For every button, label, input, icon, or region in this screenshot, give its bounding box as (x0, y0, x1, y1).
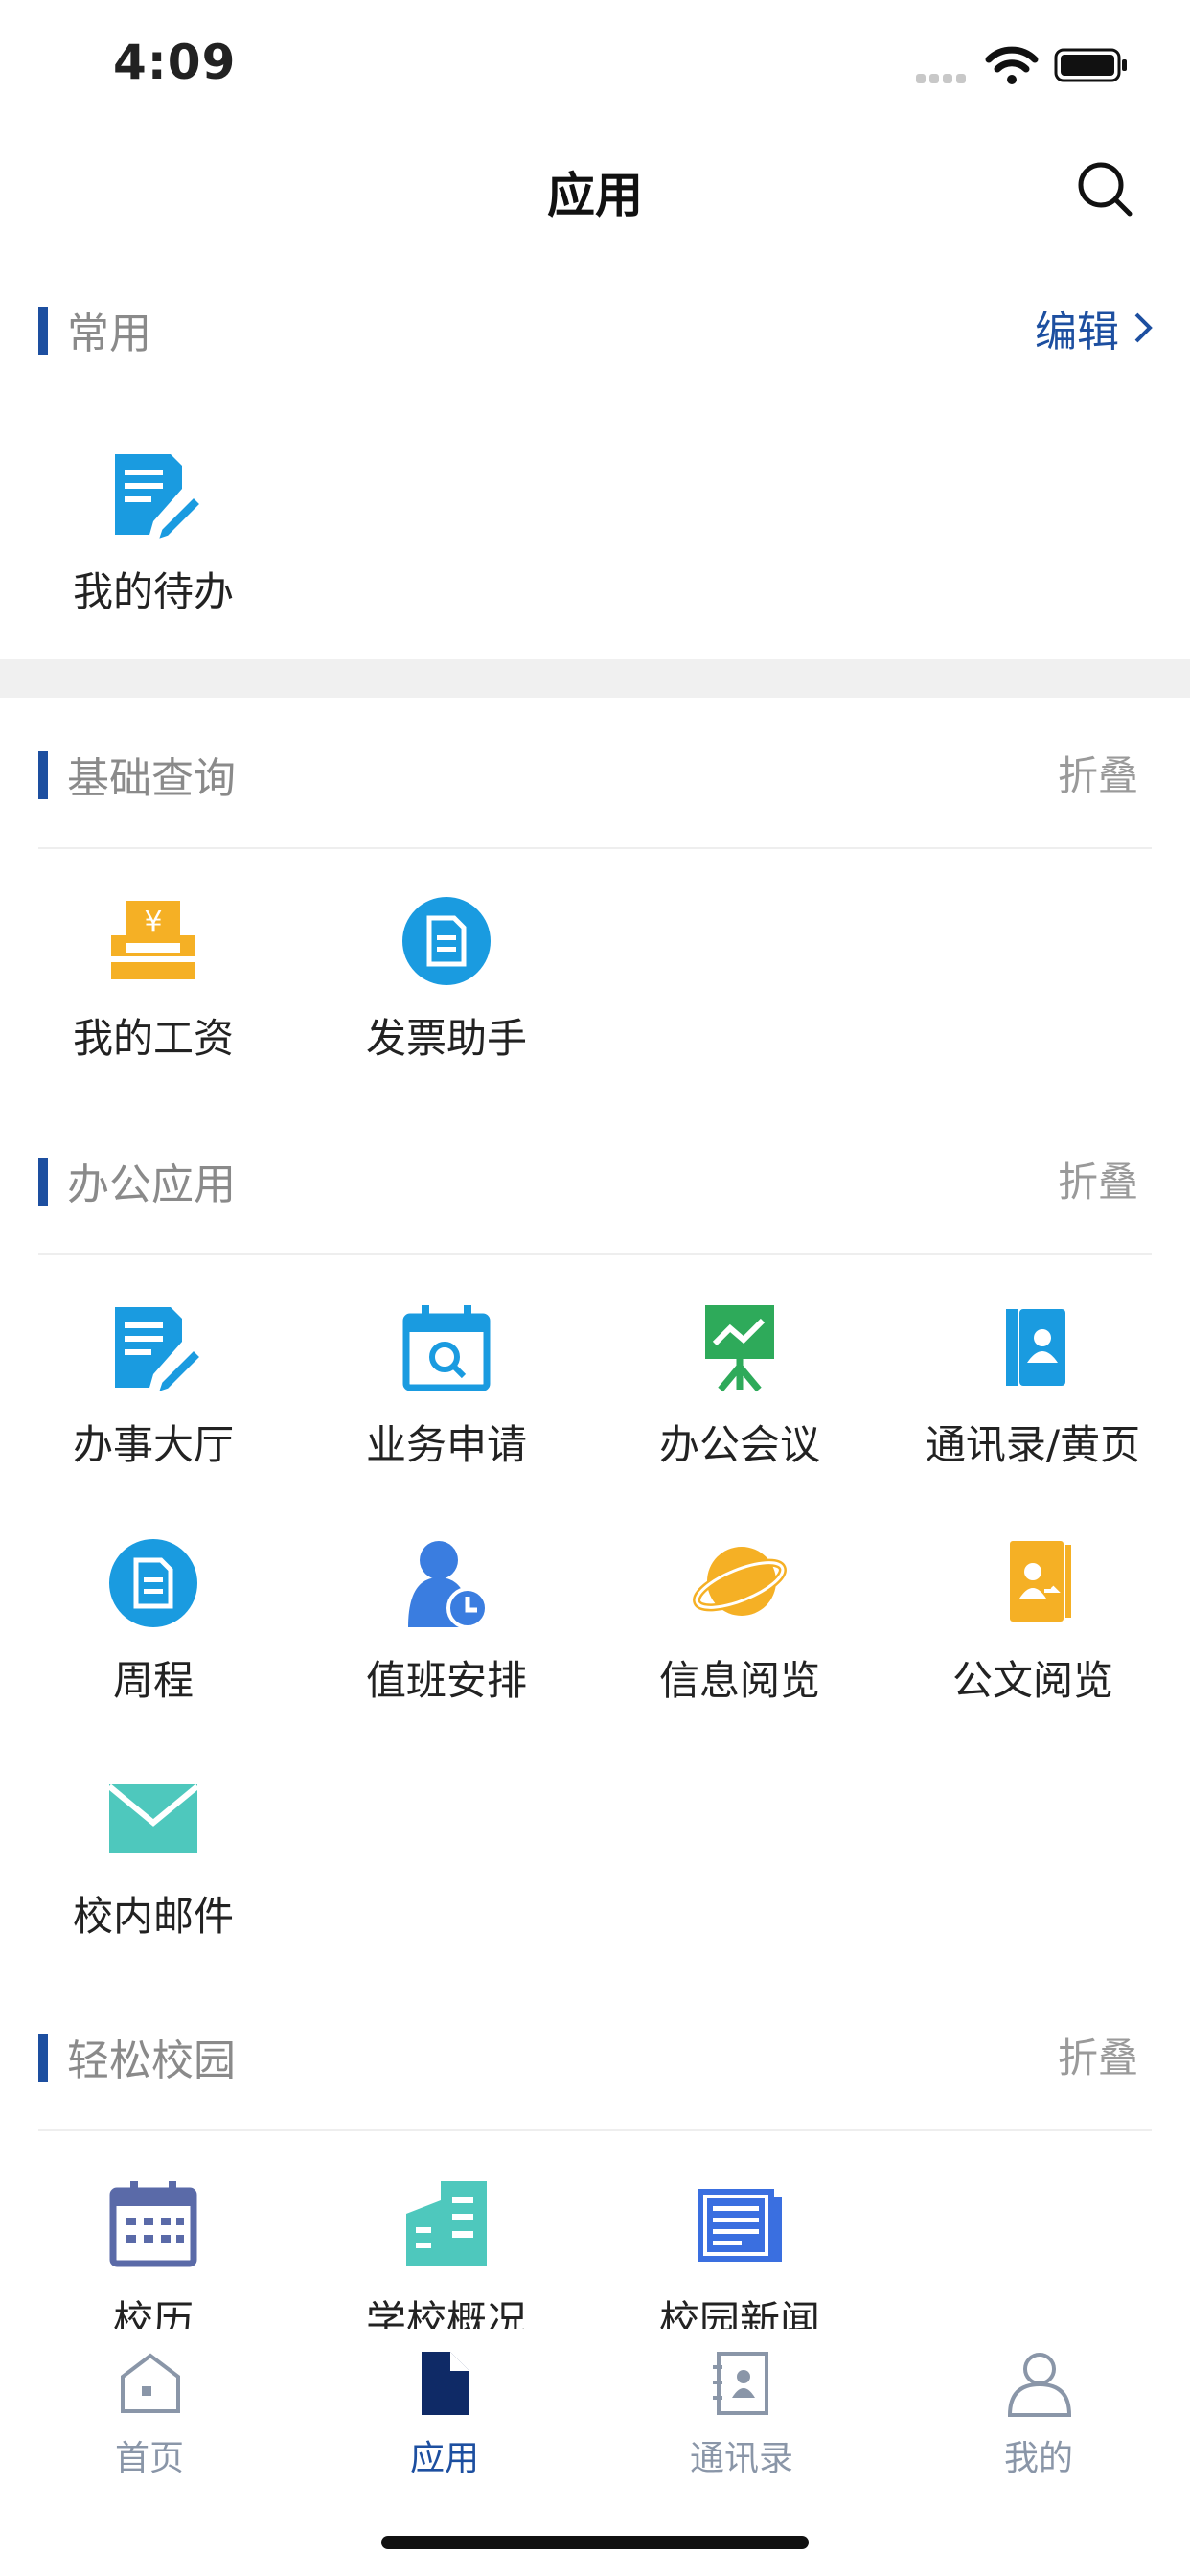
mail-icon (107, 1783, 199, 1853)
edit-document-icon (115, 454, 201, 542)
section-title-basic: 基础查询 (67, 754, 236, 803)
calendar-icon (109, 2181, 197, 2267)
app-label: 信息阅览 (658, 1657, 820, 1704)
wifi-icon (985, 46, 1039, 84)
document-forward-icon (1010, 1541, 1071, 1622)
tab-home[interactable]: 首页 (54, 2350, 245, 2494)
tab-label: 我的 (1003, 2439, 1073, 2478)
app-info-reading[interactable]: 信息阅览 (625, 1535, 855, 1746)
section-title-office: 办公应用 (67, 1161, 236, 1209)
app-campus-mail[interactable]: 校内邮件 (38, 1771, 268, 1982)
contacts-book-icon (713, 2352, 768, 2415)
tab-label: 首页 (114, 2439, 184, 2478)
tab-mine[interactable]: 我的 (943, 2350, 1134, 2494)
invoice-icon (402, 897, 491, 985)
app-label: 办公会议 (658, 1421, 820, 1468)
home-icon (121, 2353, 180, 2413)
newspaper-icon (698, 2189, 782, 2262)
tab-label: 应用 (409, 2439, 479, 2478)
chevron-right-icon (1134, 312, 1153, 343)
app-my-todo[interactable]: 我的待办 (38, 447, 268, 657)
home-indicator (381, 2536, 809, 2549)
page-title: 应用 (547, 168, 643, 223)
section-separator (0, 659, 1190, 698)
search-icon[interactable] (1075, 159, 1134, 218)
collapse-button-office[interactable]: 折叠 (1058, 1150, 1138, 1208)
salary-icon: ¥ (111, 901, 195, 979)
divider (38, 847, 1152, 849)
document-icon (422, 2352, 469, 2415)
app-label: 办事大厅 (72, 1421, 234, 1468)
section-marker (38, 751, 48, 799)
presentation-board-icon (705, 1305, 774, 1392)
document-circle-icon (109, 1539, 197, 1627)
app-label: 校内邮件 (72, 1893, 234, 1940)
section-header-basic: 基础查询 折叠 (0, 730, 1190, 815)
building-icon (406, 2181, 487, 2266)
tab-apps[interactable]: 应用 (349, 2350, 540, 2494)
status-bar: 4:09 (0, 0, 1190, 126)
app-office-meeting[interactable]: 办公会议 (625, 1300, 855, 1510)
app-label: 发票助手 (365, 1015, 527, 1062)
tab-label: 通讯录 (689, 2439, 793, 2478)
section-header-common: 常用 编辑 (0, 286, 1190, 370)
app-service-hall[interactable]: 办事大厅 (38, 1300, 268, 1510)
collapse-button-campus[interactable]: 折叠 (1058, 2026, 1138, 2084)
app-weekly-schedule[interactable]: 周程 (38, 1535, 268, 1746)
user-clock-icon (408, 1541, 489, 1629)
app-invoice-helper[interactable]: 发票助手 (332, 893, 561, 1104)
section-title-campus: 轻松校园 (67, 2036, 236, 2085)
app-business-request[interactable]: 业务申请 (332, 1300, 561, 1510)
user-icon (1007, 2353, 1072, 2417)
tab-contacts[interactable]: 通讯录 (646, 2350, 837, 2494)
app-label: 我的工资 (72, 1015, 234, 1062)
edit-document-icon (115, 1307, 201, 1395)
svg-text:¥: ¥ (144, 906, 162, 939)
section-header-campus: 轻松校园 折叠 (0, 2012, 1190, 2097)
app-contacts-yellowpages[interactable]: 通讯录/黄页 (918, 1300, 1148, 1510)
section-title-common: 常用 (67, 310, 151, 358)
app-official-docs[interactable]: 公文阅览 (918, 1535, 1148, 1746)
section-header-office: 办公应用 折叠 (0, 1137, 1190, 1221)
section-marker (38, 1158, 48, 1206)
app-label: 业务申请 (365, 1421, 527, 1468)
collapse-button-basic[interactable]: 折叠 (1058, 744, 1138, 802)
nav-bar: 应用 (0, 126, 1190, 251)
divider (38, 1254, 1152, 1255)
app-label: 公文阅览 (951, 1657, 1113, 1704)
divider (38, 2129, 1152, 2131)
app-label: 值班安排 (365, 1657, 527, 1704)
planet-icon (693, 1547, 787, 1616)
app-label: 通讯录/黄页 (925, 1421, 1141, 1468)
section-marker (38, 2034, 48, 2082)
contact-book-icon (1006, 1309, 1065, 1386)
battery-icon (1054, 48, 1127, 82)
app-duty-schedule[interactable]: 值班安排 (332, 1535, 561, 1746)
status-time: 4:09 (113, 34, 237, 90)
edit-button[interactable]: 编辑 (1035, 297, 1154, 358)
section-marker (38, 307, 48, 355)
cellular-signal-icon (916, 69, 970, 83)
edit-label: 编辑 (1035, 308, 1119, 356)
app-label: 我的待办 (72, 568, 234, 615)
calendar-search-icon (402, 1305, 491, 1392)
app-my-salary[interactable]: ¥ 我的工资 (38, 893, 268, 1104)
app-label: 周程 (112, 1657, 194, 1704)
